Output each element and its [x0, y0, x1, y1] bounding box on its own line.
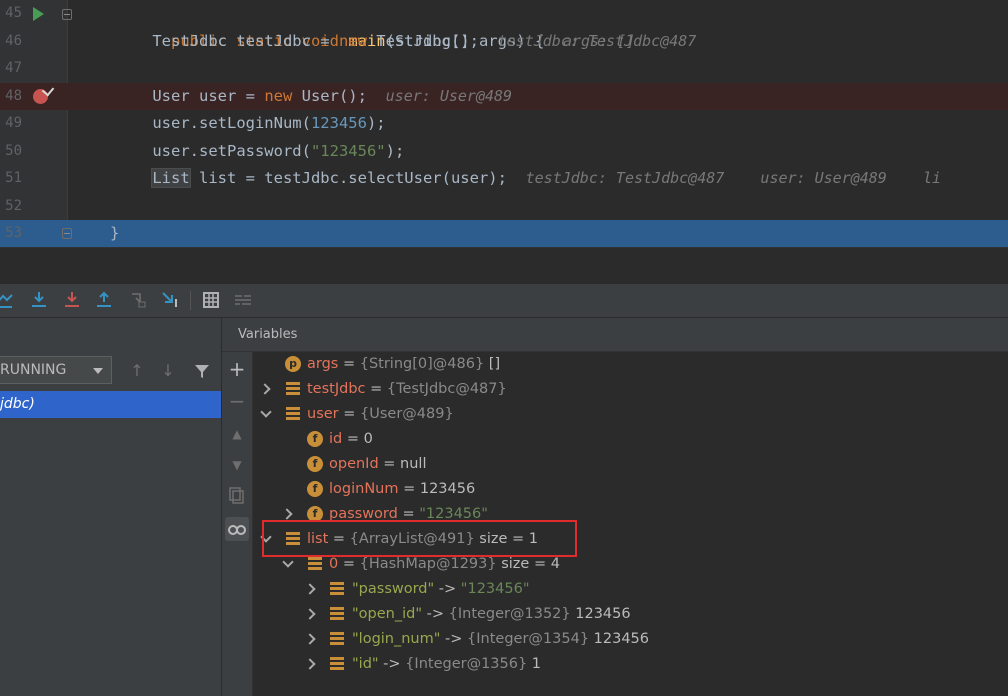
code-editor[interactable]: 45 public static void main(String[] args… — [0, 0, 1008, 247]
expand-arrow-icon[interactable] — [259, 383, 271, 395]
expand-arrow-icon[interactable] — [281, 508, 293, 520]
thread-selector[interactable]: RUNNING — [0, 356, 112, 384]
run-gutter-icon[interactable] — [33, 7, 44, 21]
expand-arrow-icon[interactable] — [304, 658, 316, 670]
inline-debug-hint: testJdbc: TestJdbc@487 user: User@489 li — [525, 169, 942, 187]
arrow-down-icon[interactable]: ↓ — [158, 361, 178, 381]
collapse-arrow-icon[interactable] — [282, 556, 294, 568]
field-row-openId[interactable]: f openId = null — [253, 452, 1008, 477]
annotation-highlight-box — [262, 520, 577, 557]
field-row-loginNum[interactable]: f loginNum = 123456 — [253, 477, 1008, 502]
code-line-49[interactable]: 49 user.setLoginNum(123456); — [0, 110, 1008, 138]
code-line-45[interactable]: 45 public static void main(String[] args… — [0, 0, 1008, 50]
map-icon — [308, 557, 322, 571]
trace-stream-icon[interactable] — [233, 290, 253, 310]
code-text: user.setLoginNum(123456); — [115, 114, 386, 132]
inline-debug-hint: user: User@489 — [385, 86, 513, 105]
frames-panel: RUNNING ↑ ↓ jdbc) — [0, 318, 222, 696]
line-number: 45 — [5, 5, 22, 21]
remove-watch-icon[interactable]: − — [225, 389, 249, 413]
code-text: List list = testJdbc.selectUser(user); t… — [151, 168, 942, 188]
expand-arrow-icon[interactable] — [304, 608, 316, 620]
map-entry-id[interactable]: "id" -> {Integer@1356} 1 — [253, 652, 1008, 677]
variable-row-testJdbc[interactable]: testJdbc = {TestJdbc@487} — [253, 377, 1008, 402]
force-step-into-icon[interactable] — [62, 290, 82, 310]
filter-icon[interactable] — [192, 361, 212, 381]
collapse-arrow-icon[interactable] — [260, 406, 272, 418]
stack-frame-selected[interactable]: jdbc) — [0, 391, 221, 418]
code-text: } — [110, 224, 120, 242]
code-line-53-current[interactable]: 53 } — [0, 220, 1008, 247]
entry-icon — [330, 607, 344, 621]
code-line-46[interactable]: 46 TestJdbc testJdbc = new TestJdbc(); t… — [0, 28, 1008, 56]
evaluate-expression-icon[interactable] — [201, 290, 221, 310]
variable-row-user[interactable]: user = {User@489} — [253, 402, 1008, 427]
code-text: User user = new User(); user: User@489 — [115, 86, 513, 105]
line-number: 47 — [5, 60, 22, 76]
variables-side-toolbar: + − ▲ ▼ — [222, 352, 253, 696]
copy-icon[interactable] — [225, 485, 249, 509]
glasses-icon[interactable] — [225, 517, 249, 541]
field-row-id[interactable]: f id = 0 — [253, 427, 1008, 452]
map-entry-open-id[interactable]: "open_id" -> {Integer@1352} 123456 — [253, 602, 1008, 627]
fold-icon[interactable] — [62, 228, 72, 239]
variables-header: Variables — [222, 318, 1008, 352]
highlighted-type: List — [151, 168, 191, 188]
arrow-up-icon[interactable]: ↑ — [127, 361, 147, 381]
expand-arrow-icon[interactable] — [304, 583, 316, 595]
move-down-icon[interactable]: ▼ — [225, 453, 249, 477]
panel-divider — [0, 247, 1008, 284]
code-text: user.setPassword("123456"); — [115, 141, 405, 160]
show-execution-point-icon[interactable] — [0, 290, 14, 310]
parameter-icon: p — [285, 356, 301, 372]
line-number: 52 — [5, 197, 22, 214]
line-number: 48 — [5, 87, 22, 104]
code-line-51[interactable]: 51 List list = testJdbc.selectUser(user)… — [0, 165, 1008, 193]
entry-icon — [330, 657, 344, 671]
thread-state: RUNNING — [0, 362, 67, 378]
field-icon: f — [307, 481, 323, 497]
run-to-cursor-icon[interactable] — [160, 290, 180, 310]
code-line-50[interactable]: 50 user.setPassword("123456"); — [0, 138, 1008, 166]
line-number: 50 — [5, 142, 22, 159]
chevron-down-icon — [93, 368, 103, 374]
map-entry-login-num[interactable]: "login_num" -> {Integer@1354} 123456 — [253, 627, 1008, 652]
expand-arrow-icon[interactable] — [304, 633, 316, 645]
code-line-48[interactable]: 48 User user = new User(); user: User@48… — [0, 82, 1008, 110]
code-text: TestJdbc testJdbc = new TestJdbc(); test… — [115, 31, 697, 50]
toolbar-separator — [190, 291, 191, 310]
variables-title: Variables — [238, 327, 298, 342]
line-number: 49 — [5, 115, 22, 131]
step-over-icon[interactable] — [29, 290, 49, 310]
field-icon: f — [307, 431, 323, 447]
entry-icon — [330, 582, 344, 596]
debug-toolbar — [0, 284, 1008, 318]
code-line-52[interactable]: 52 — [0, 193, 1008, 221]
field-icon: f — [307, 456, 323, 472]
object-icon — [286, 407, 300, 421]
step-out-icon[interactable] — [94, 290, 114, 310]
line-number: 46 — [5, 32, 22, 49]
add-watch-icon[interactable]: + — [225, 357, 249, 381]
move-up-icon[interactable]: ▲ — [225, 422, 249, 446]
object-icon — [286, 382, 300, 396]
entry-icon — [330, 632, 344, 646]
fold-icon[interactable] — [62, 9, 72, 20]
line-number: 51 — [5, 170, 22, 186]
map-entry-password[interactable]: "password" -> "123456" — [253, 577, 1008, 602]
variable-row-args[interactable]: p args = {String[0]@486} [] — [253, 352, 1008, 377]
drop-frame-icon[interactable] — [128, 290, 148, 310]
code-line-47[interactable]: 47 — [0, 55, 1008, 83]
line-number: 53 — [5, 225, 22, 241]
inline-debug-hint: testJdbc: TestJdbc@487 — [497, 31, 697, 50]
